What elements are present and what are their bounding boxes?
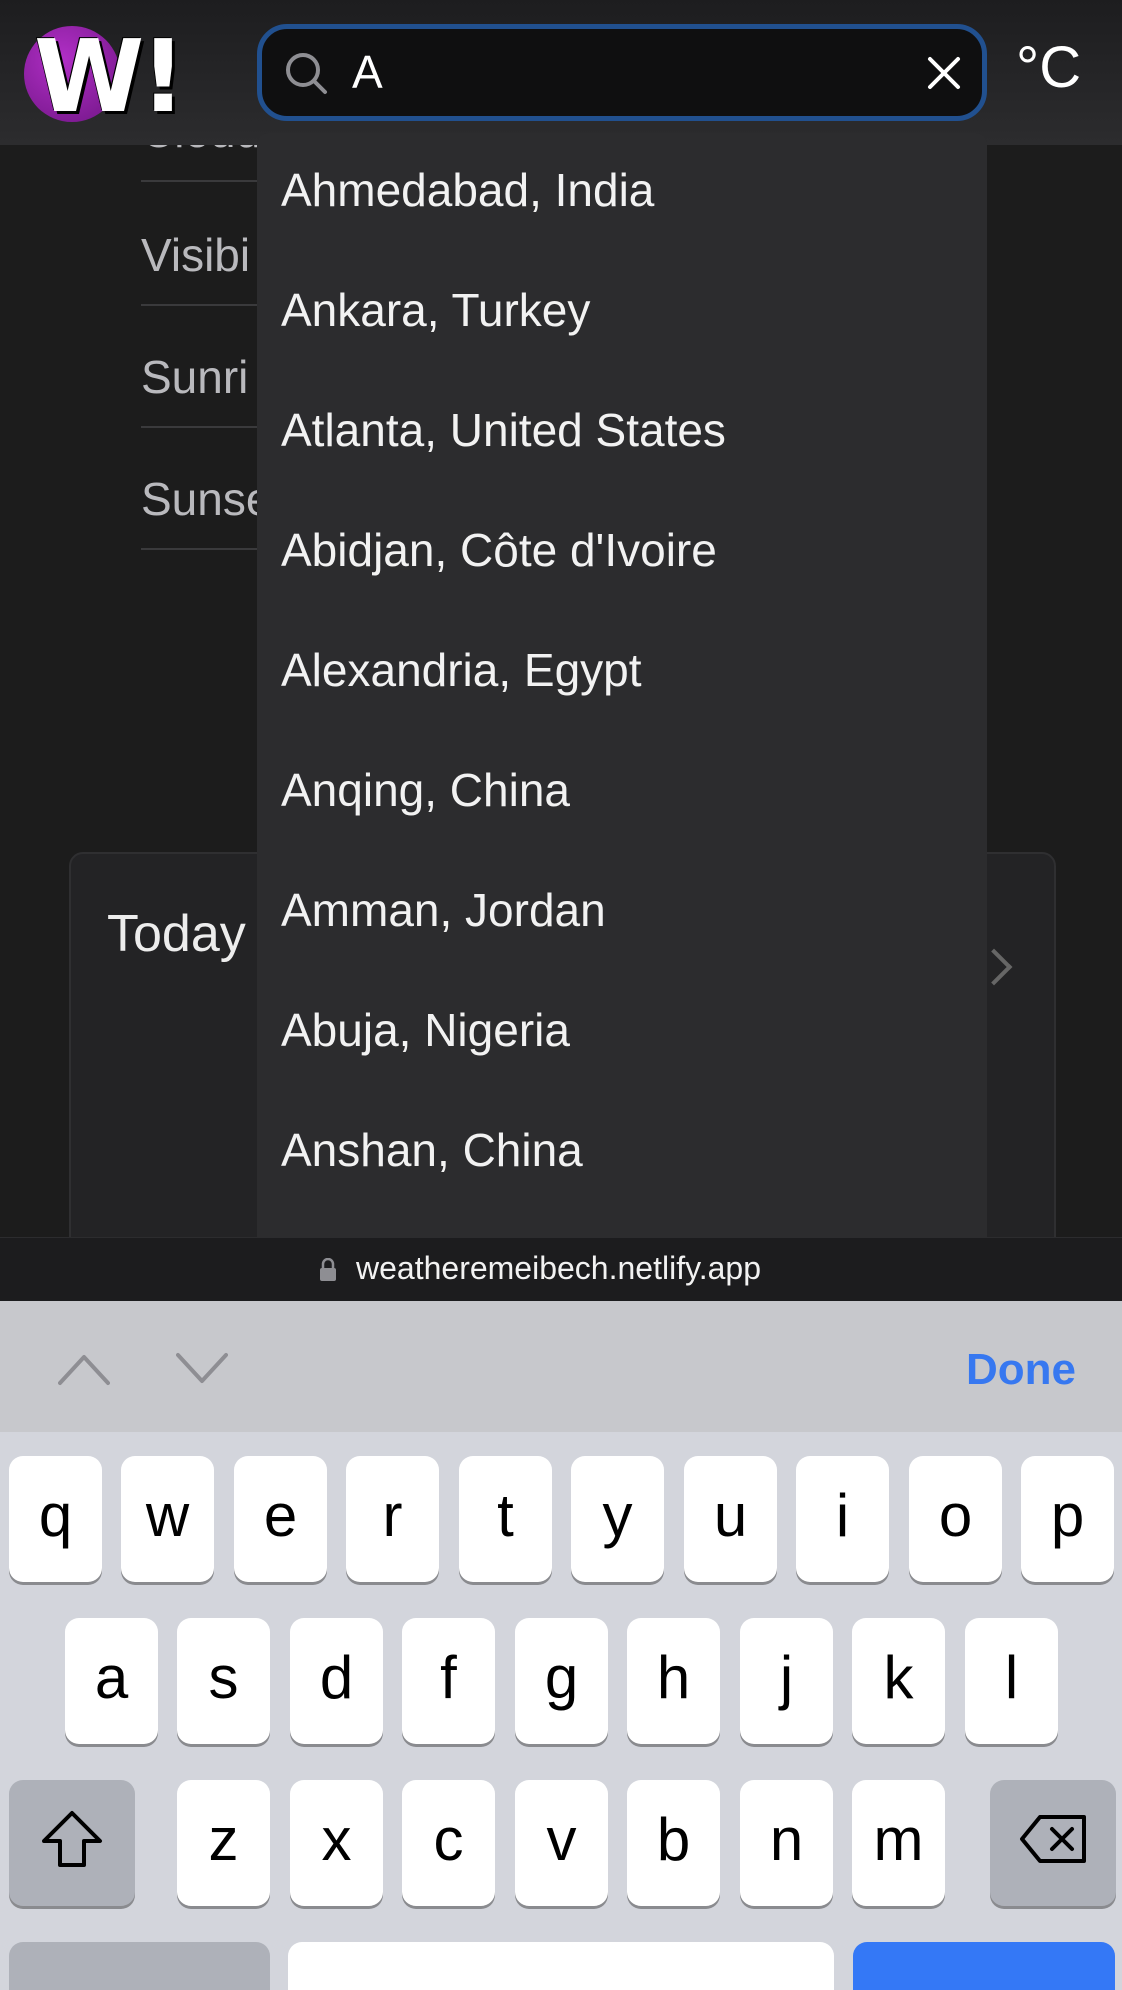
key-h[interactable]: h	[627, 1618, 720, 1744]
lock-icon	[320, 1258, 336, 1281]
detail-row-sunset: Sunse	[141, 430, 271, 550]
search-icon	[286, 53, 327, 94]
search-box[interactable]	[257, 24, 987, 121]
key-u[interactable]: u	[684, 1456, 777, 1582]
detail-row-visibility: Visibi	[141, 186, 261, 306]
numbers-key[interactable]	[9, 1942, 270, 1990]
keyboard-accessory-bar: Done	[0, 1301, 1122, 1432]
suggestion-label: Amman, Jordan	[281, 884, 606, 936]
key-o[interactable]: o	[909, 1456, 1002, 1582]
suggestion-item[interactable]: Ahmedabad, India	[257, 133, 987, 253]
suggestion-item[interactable]: Alexandria, Egypt	[257, 613, 987, 733]
suggestion-item[interactable]: Atlanta, United States	[257, 373, 987, 493]
suggestion-label: Ahmedabad, India	[281, 164, 655, 216]
detail-label: Visibi	[141, 229, 251, 281]
suggestion-label: Atlanta, United States	[281, 404, 726, 456]
suggestion-item[interactable]: Abuja, Nigeria	[257, 973, 987, 1093]
chevron-down-icon[interactable]	[176, 1349, 228, 1389]
unit-toggle-button[interactable]: °C	[1016, 34, 1081, 101]
key-z[interactable]: z	[177, 1780, 270, 1906]
search-input[interactable]	[352, 41, 872, 103]
suggestion-label: Alexandria, Egypt	[281, 644, 642, 696]
suggestion-label: Abuja, Nigeria	[281, 1004, 570, 1056]
key-l[interactable]: l	[965, 1618, 1058, 1744]
app-header: W! °C	[0, 0, 1122, 145]
close-icon[interactable]	[922, 51, 966, 95]
done-button[interactable]: Done	[966, 1345, 1076, 1395]
suggestion-label: Anshan, China	[281, 1124, 583, 1176]
url-text: weatheremeibech.netlify.app	[356, 1250, 761, 1286]
suggestions-dropdown: Ahmedabad, India Ankara, Turkey Atlanta,…	[257, 133, 987, 1237]
key-k[interactable]: k	[852, 1618, 945, 1744]
key-g[interactable]: g	[515, 1618, 608, 1744]
detail-label: Sunri	[141, 351, 249, 403]
suggestion-item[interactable]: Abidjan, Côte d'Ivoire	[257, 493, 987, 613]
key-f[interactable]: f	[402, 1618, 495, 1744]
key-p[interactable]: p	[1021, 1456, 1114, 1582]
suggestion-item[interactable]: Ankara, Turkey	[257, 253, 987, 373]
space-key[interactable]	[288, 1942, 834, 1990]
shift-arrow-icon	[42, 1811, 102, 1867]
suggestion-item[interactable]: Anshan, China	[257, 1093, 987, 1213]
key-e[interactable]: e	[234, 1456, 327, 1582]
key-v[interactable]: v	[515, 1780, 608, 1906]
key-w[interactable]: w	[121, 1456, 214, 1582]
detail-label: Sunse	[141, 473, 272, 525]
shift-key[interactable]	[9, 1780, 135, 1906]
key-c[interactable]: c	[402, 1780, 495, 1906]
key-i[interactable]: i	[796, 1456, 889, 1582]
virtual-keyboard: q w e r t y u i o p a s d f g h j k l z …	[0, 1432, 1122, 1990]
suggestion-label: Abidjan, Côte d'Ivoire	[281, 524, 717, 576]
today-title: Today	[107, 905, 246, 963]
detail-row-sunrise: Sunri	[141, 308, 261, 428]
backspace-key[interactable]	[990, 1780, 1116, 1906]
backspace-icon	[1020, 1815, 1086, 1863]
key-n[interactable]: n	[740, 1780, 833, 1906]
suggestion-item[interactable]: Anqing, China	[257, 733, 987, 853]
app-logo[interactable]: W!	[20, 18, 186, 135]
logo-text: W!	[34, 18, 186, 135]
key-s[interactable]: s	[177, 1618, 270, 1744]
chevron-up-icon[interactable]	[58, 1349, 110, 1389]
key-d[interactable]: d	[290, 1618, 383, 1744]
go-key[interactable]	[853, 1942, 1115, 1990]
key-a[interactable]: a	[65, 1618, 158, 1744]
suggestion-label: Anqing, China	[281, 764, 570, 816]
url-bar[interactable]: weatheremeibech.netlify.app	[0, 1237, 1122, 1301]
key-q[interactable]: q	[9, 1456, 102, 1582]
key-y[interactable]: y	[571, 1456, 664, 1582]
suggestion-item[interactable]: Amman, Jordan	[257, 853, 987, 973]
key-r[interactable]: r	[346, 1456, 439, 1582]
key-j[interactable]: j	[740, 1618, 833, 1744]
key-t[interactable]: t	[459, 1456, 552, 1582]
key-m[interactable]: m	[852, 1780, 945, 1906]
suggestion-label: Ankara, Turkey	[281, 284, 591, 336]
key-b[interactable]: b	[627, 1780, 720, 1906]
key-x[interactable]: x	[290, 1780, 383, 1906]
